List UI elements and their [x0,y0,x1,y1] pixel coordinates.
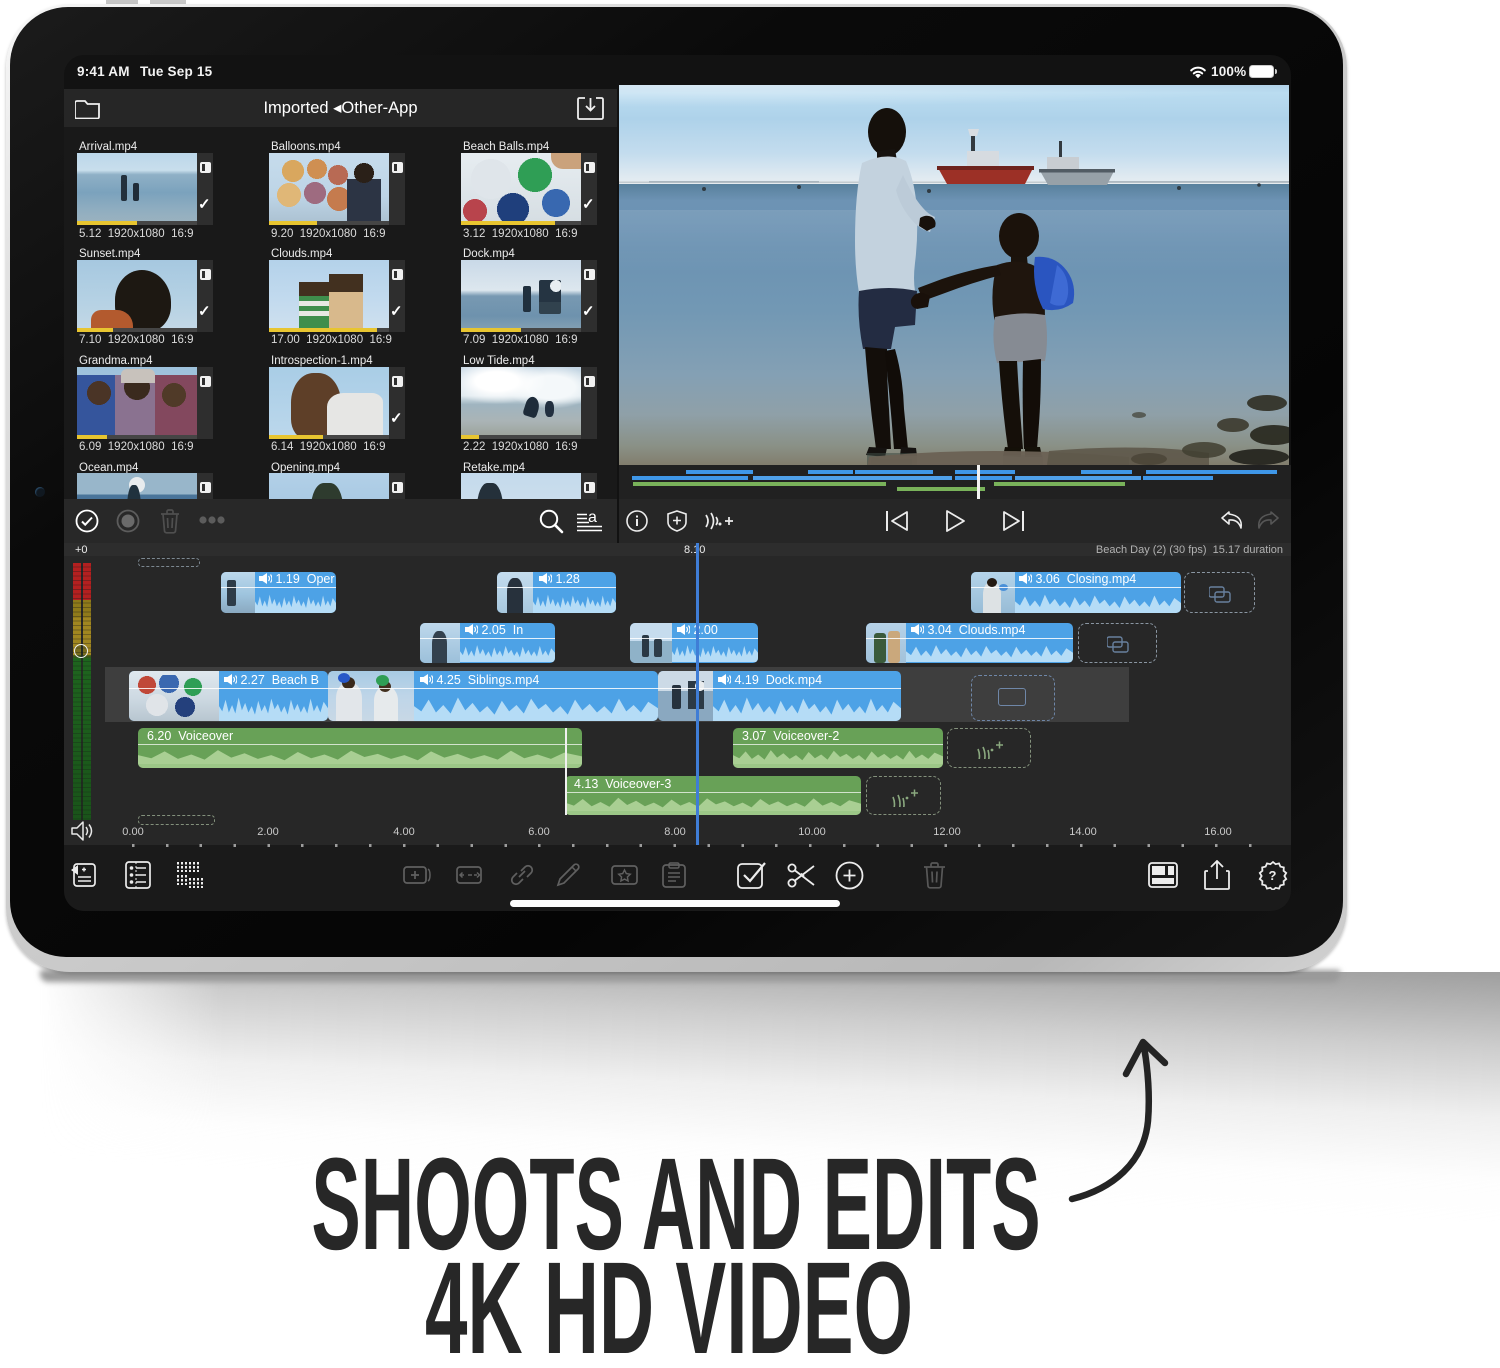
svg-text:a: a [588,509,597,526]
svg-text:?: ? [1269,868,1277,883]
